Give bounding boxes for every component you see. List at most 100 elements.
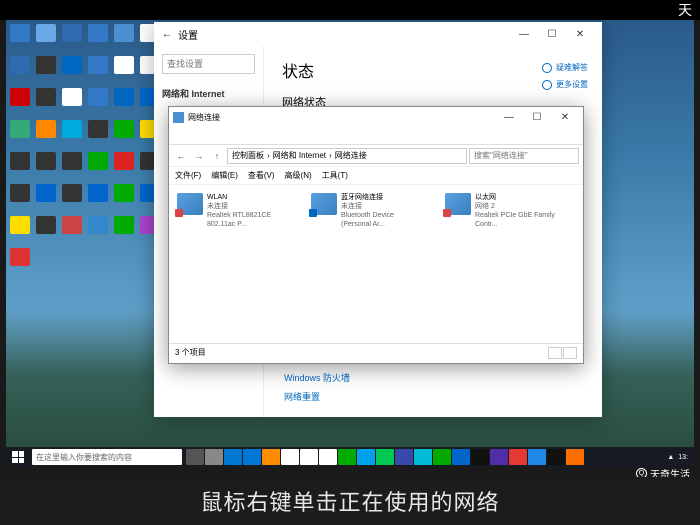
taskbar-app[interactable]	[509, 449, 527, 465]
desktop-icon[interactable]	[62, 184, 82, 202]
settings-search-input[interactable]	[162, 54, 255, 74]
close-button[interactable]: ✕	[551, 105, 579, 129]
taskbar-app[interactable]	[338, 449, 356, 465]
up-button[interactable]: ↑	[209, 148, 225, 164]
desktop-icon[interactable]	[36, 56, 56, 74]
desktop-icon[interactable]	[88, 152, 108, 170]
close-button[interactable]: ✕	[566, 22, 594, 46]
desktop-icon[interactable]	[88, 88, 108, 106]
network-adapter[interactable]: WLAN未连接Realtek RTL8821CE 802.11ac P...	[177, 193, 287, 229]
desktop-icon[interactable]	[88, 24, 108, 42]
back-button[interactable]: ←	[173, 148, 189, 164]
desktop-icon[interactable]	[88, 216, 108, 234]
taskbar-app[interactable]	[414, 449, 432, 465]
desktop-icon[interactable]	[10, 88, 30, 106]
desktop-icon[interactable]	[114, 24, 134, 42]
settings-titlebar[interactable]: ← 设置 — ☐ ✕	[154, 22, 602, 46]
desktop-icon[interactable]	[10, 248, 30, 266]
taskbar-app[interactable]	[281, 449, 299, 465]
network-reset-link[interactable]: 网络重置	[284, 390, 350, 403]
menu-item[interactable]: 编辑(E)	[211, 170, 238, 181]
desktop-icon[interactable]	[10, 216, 30, 234]
tray-icon[interactable]: ▲	[667, 454, 674, 461]
taskbar-app[interactable]	[528, 449, 546, 465]
desktop-icon[interactable]	[36, 120, 56, 138]
desktop-icon[interactable]	[10, 120, 30, 138]
desktop-icon[interactable]	[36, 216, 56, 234]
explorer-search-input[interactable]	[469, 148, 579, 164]
taskbar-app[interactable]	[395, 449, 413, 465]
desktop-icon[interactable]	[114, 184, 134, 202]
troubleshoot-link[interactable]: 疑难解答	[542, 62, 588, 73]
desktop-icon[interactable]	[88, 184, 108, 202]
desktop-icon[interactable]	[114, 152, 134, 170]
adapter-icon	[445, 193, 471, 215]
network-adapter[interactable]: 以太网网络 2Realtek PCIe GbE Family Contr...	[445, 193, 555, 229]
desktop-icon[interactable]	[36, 184, 56, 202]
desktop-icon[interactable]	[62, 88, 82, 106]
menu-item[interactable]: 文件(F)	[175, 170, 201, 181]
maximize-button[interactable]: ☐	[538, 22, 566, 46]
adapter-icon	[311, 193, 337, 215]
taskbar-app[interactable]	[224, 449, 242, 465]
start-button[interactable]	[6, 447, 30, 467]
desktop-icon[interactable]	[88, 56, 108, 74]
desktop-icon[interactable]	[62, 216, 82, 234]
maximize-button[interactable]: ☐	[523, 105, 551, 129]
taskbar-app[interactable]	[376, 449, 394, 465]
view-icons-button[interactable]	[563, 347, 577, 359]
taskbar-app[interactable]	[566, 449, 584, 465]
windows-icon	[12, 451, 24, 463]
taskbar-app[interactable]	[433, 449, 451, 465]
desktop-icon[interactable]	[36, 88, 56, 106]
adapter-icon	[177, 193, 203, 215]
explorer-titlebar[interactable]: 网络连接 — ☐ ✕	[169, 107, 583, 127]
desktop-icon[interactable]	[114, 56, 134, 74]
taskbar-app[interactable]	[243, 449, 261, 465]
menu-item[interactable]: 工具(T)	[322, 170, 348, 181]
taskbar-app[interactable]	[452, 449, 470, 465]
taskbar-app[interactable]	[262, 449, 280, 465]
desktop-icon[interactable]	[114, 120, 134, 138]
firewall-link[interactable]: Windows 防火墙	[284, 371, 350, 384]
more-settings-link[interactable]: 更多设置	[542, 79, 588, 90]
taskbar-search-input[interactable]: 在这里输入你要搜索的内容	[32, 449, 182, 465]
taskbar-app[interactable]	[205, 449, 223, 465]
minimize-button[interactable]: —	[495, 105, 523, 129]
taskbar-app[interactable]	[357, 449, 375, 465]
taskbar-app[interactable]	[186, 449, 204, 465]
taskbar-app[interactable]	[490, 449, 508, 465]
network-adapter[interactable]: 蓝牙网络连接未连接Bluetooth Device (Personal Ar..…	[311, 193, 421, 229]
view-details-button[interactable]	[548, 347, 562, 359]
sidebar-item-network[interactable]: 网络和 Internet	[162, 84, 255, 103]
taskbar-app[interactable]	[471, 449, 489, 465]
gear-icon	[542, 80, 552, 90]
forward-button[interactable]: →	[191, 148, 207, 164]
taskbar-app[interactable]	[547, 449, 565, 465]
desktop-icon[interactable]	[10, 152, 30, 170]
desktop-icon[interactable]	[10, 56, 30, 74]
system-tray[interactable]: ▲ 13:	[667, 454, 694, 461]
desktop-icon[interactable]	[114, 88, 134, 106]
taskbar-app[interactable]	[319, 449, 337, 465]
desktop-icon[interactable]	[62, 56, 82, 74]
desktop-icon[interactable]	[88, 120, 108, 138]
menu-item[interactable]: 高级(N)	[285, 170, 312, 181]
desktop-icon[interactable]	[10, 24, 30, 42]
minimize-button[interactable]: —	[510, 22, 538, 46]
desktop-icon[interactable]	[62, 152, 82, 170]
taskbar-app[interactable]	[300, 449, 318, 465]
desktop-icon[interactable]	[36, 24, 56, 42]
menu-item[interactable]: 查看(V)	[248, 170, 275, 181]
desktop-icon[interactable]	[114, 216, 134, 234]
back-icon[interactable]: ←	[162, 29, 172, 40]
address-bar[interactable]: 控制面板 › 网络和 Internet › 网络连接	[227, 148, 467, 164]
desktop-icon[interactable]	[10, 184, 30, 202]
ribbon-tabs[interactable]	[169, 127, 583, 145]
desktop-icon[interactable]	[36, 152, 56, 170]
page-title: 状态	[282, 58, 584, 82]
video-top-bar: 天	[0, 0, 700, 20]
desktop-icon[interactable]	[62, 120, 82, 138]
desktop-icon[interactable]	[62, 24, 82, 42]
taskbar-apps	[186, 449, 584, 465]
